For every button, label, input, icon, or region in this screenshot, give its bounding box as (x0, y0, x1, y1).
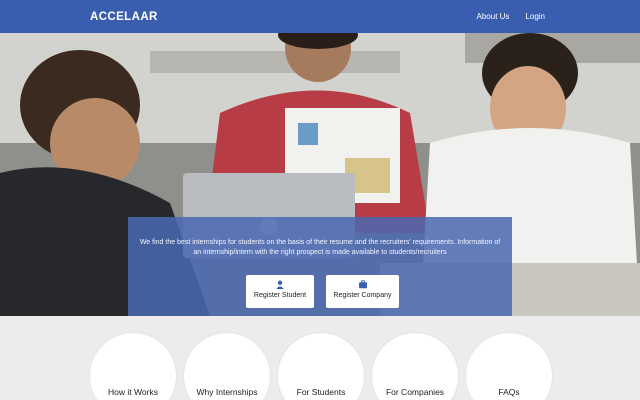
feature-faqs[interactable]: FAQs (466, 333, 552, 400)
feature-label: Why Internships (196, 387, 258, 397)
feature-for-companies[interactable]: For Companies (372, 333, 458, 400)
feature-how-it-works[interactable]: How it Works (90, 333, 176, 400)
brand-logo[interactable]: ACCELAAR (90, 11, 158, 23)
feature-label: For Companies (385, 387, 445, 397)
register-student-button[interactable]: Register Student (246, 275, 314, 308)
user-icon (276, 280, 284, 289)
feature-label: For Students (296, 387, 346, 397)
hero-banner: We find the best internships for student… (0, 33, 640, 316)
register-company-label: Register Company (333, 292, 392, 299)
top-navbar: ACCELAAR About Us Login (0, 0, 640, 33)
feature-for-students[interactable]: For Students (278, 333, 364, 400)
feature-why-internships[interactable]: Why Internships (184, 333, 270, 400)
features-section: How it Works Why Internships For Student… (0, 316, 640, 400)
feature-label: FAQs (498, 387, 520, 397)
hero-tagline: We find the best internships for student… (139, 239, 501, 256)
feature-label: How it Works (108, 387, 158, 397)
hero-overlay-panel: We find the best internships for student… (128, 217, 512, 316)
nav-login-link[interactable]: Login (525, 12, 545, 21)
briefcase-icon (358, 280, 367, 289)
nav-links: About Us Login (477, 12, 545, 21)
register-company-button[interactable]: Register Company (326, 275, 399, 308)
register-student-label: Register Student (253, 292, 307, 299)
nav-about-us-link[interactable]: About Us (477, 12, 510, 21)
